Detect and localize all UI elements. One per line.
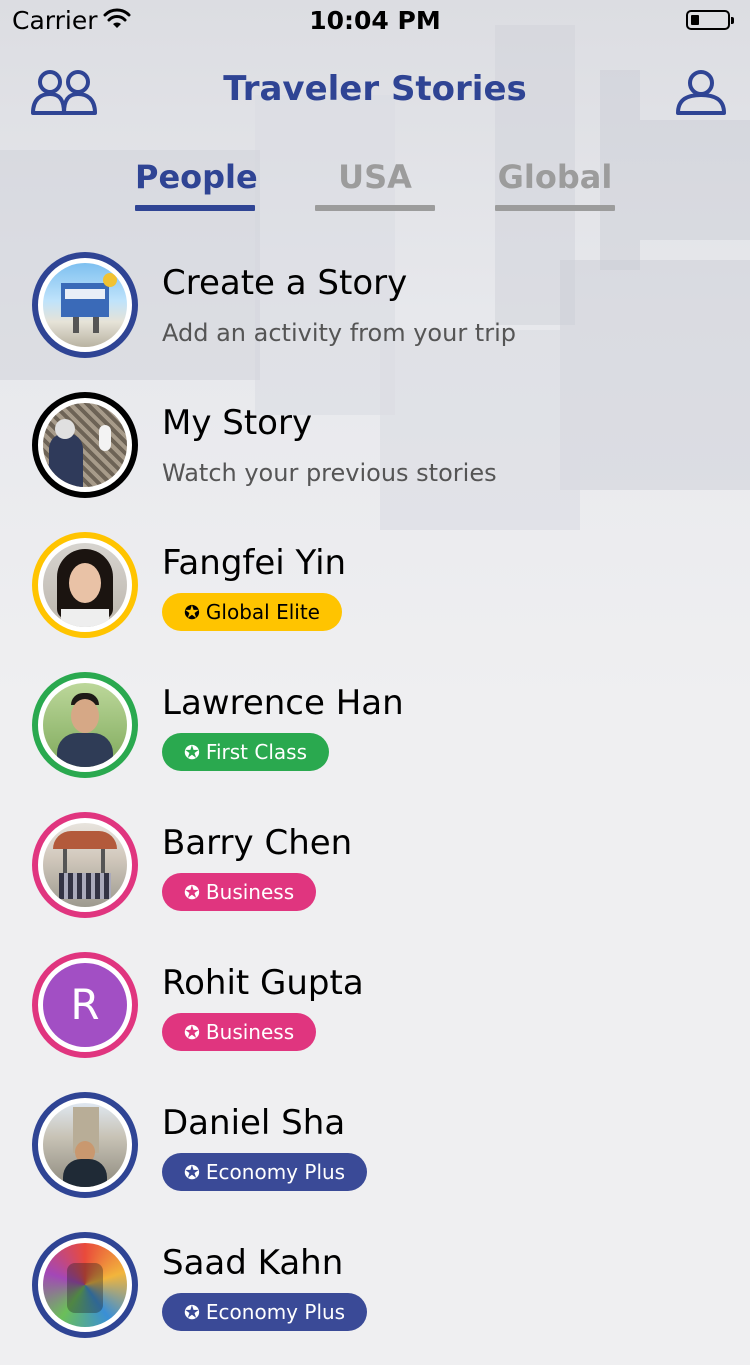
avatar bbox=[32, 532, 138, 638]
tier-label: Business bbox=[205, 1020, 295, 1044]
avatar bbox=[32, 1232, 138, 1338]
tier-badge: ✪ Economy Plus bbox=[162, 1293, 368, 1331]
star-icon: ✪ bbox=[184, 1022, 200, 1044]
traveler-name: Lawrence Han bbox=[162, 683, 404, 723]
story-subtitle: Add an activity from your trip bbox=[162, 319, 516, 347]
traveler-row[interactable]: Barry Chen ✪ Business bbox=[0, 805, 750, 945]
traveler-name: Daniel Sha bbox=[162, 1103, 346, 1143]
tab-underline bbox=[315, 205, 435, 211]
tab-people[interactable]: People bbox=[135, 155, 258, 211]
tab-usa[interactable]: USA bbox=[315, 155, 435, 211]
tab-underline bbox=[135, 205, 255, 211]
my-story-row[interactable]: My Story Watch your previous stories bbox=[0, 385, 750, 525]
user-icon[interactable] bbox=[675, 69, 727, 119]
tier-badge: ✪ Global Elite bbox=[162, 593, 342, 631]
story-title: My Story bbox=[162, 403, 313, 443]
avatar bbox=[32, 252, 138, 358]
tier-label: Economy Plus bbox=[205, 1160, 346, 1184]
star-icon: ✪ bbox=[184, 602, 200, 624]
traveler-name: Barry Chen bbox=[162, 823, 353, 863]
avatar bbox=[32, 1092, 138, 1198]
tier-label: Global Elite bbox=[205, 600, 320, 624]
traveler-row[interactable]: Daniel Sha ✪ Economy Plus bbox=[0, 1085, 750, 1225]
traveler-row[interactable]: Fangfei Yin ✪ Global Elite bbox=[0, 525, 750, 665]
create-story-row[interactable]: Create a Story Add an activity from your… bbox=[0, 245, 750, 385]
traveler-row[interactable]: Saad Kahn ✪ Economy Plus bbox=[0, 1225, 750, 1365]
tab-label: Global bbox=[497, 158, 613, 196]
traveler-name: Saad Kahn bbox=[162, 1243, 344, 1283]
tier-badge: ✪ First Class bbox=[162, 733, 329, 771]
tab-global[interactable]: Global bbox=[495, 155, 615, 211]
status-time: 10:04 PM bbox=[309, 6, 441, 35]
avatar: R bbox=[32, 952, 138, 1058]
tab-underline bbox=[495, 205, 615, 211]
tab-label: People bbox=[135, 158, 258, 196]
traveler-row[interactable]: Lawrence Han ✪ First Class bbox=[0, 665, 750, 805]
battery-icon bbox=[686, 10, 734, 30]
nav-bar: Traveler Stories bbox=[0, 55, 750, 125]
traveler-row[interactable]: R Rohit Gupta ✪ Business bbox=[0, 945, 750, 1085]
tier-label: Business bbox=[205, 880, 295, 904]
avatar-initial: R bbox=[43, 963, 127, 1047]
tier-badge: ✪ Business bbox=[162, 1013, 317, 1051]
star-icon: ✪ bbox=[184, 742, 200, 764]
avatar bbox=[32, 672, 138, 778]
segmented-tabs: People USA Global bbox=[0, 155, 750, 215]
avatar bbox=[32, 812, 138, 918]
traveler-name: Fangfei Yin bbox=[162, 543, 347, 583]
tier-badge: ✪ Economy Plus bbox=[162, 1153, 368, 1191]
star-icon: ✪ bbox=[184, 1302, 200, 1324]
star-icon: ✪ bbox=[184, 1162, 200, 1184]
tier-badge: ✪ Business bbox=[162, 873, 317, 911]
tab-label: USA bbox=[338, 158, 412, 196]
avatar bbox=[32, 392, 138, 498]
tier-label: Economy Plus bbox=[205, 1300, 346, 1324]
page-title: Traveler Stories bbox=[223, 69, 527, 109]
star-icon: ✪ bbox=[184, 882, 200, 904]
tier-label: First Class bbox=[205, 740, 307, 764]
story-title: Create a Story bbox=[162, 263, 408, 303]
status-bar: Carrier 10:04 PM bbox=[0, 0, 750, 40]
story-subtitle: Watch your previous stories bbox=[162, 459, 497, 487]
traveler-name: Rohit Gupta bbox=[162, 963, 364, 1003]
